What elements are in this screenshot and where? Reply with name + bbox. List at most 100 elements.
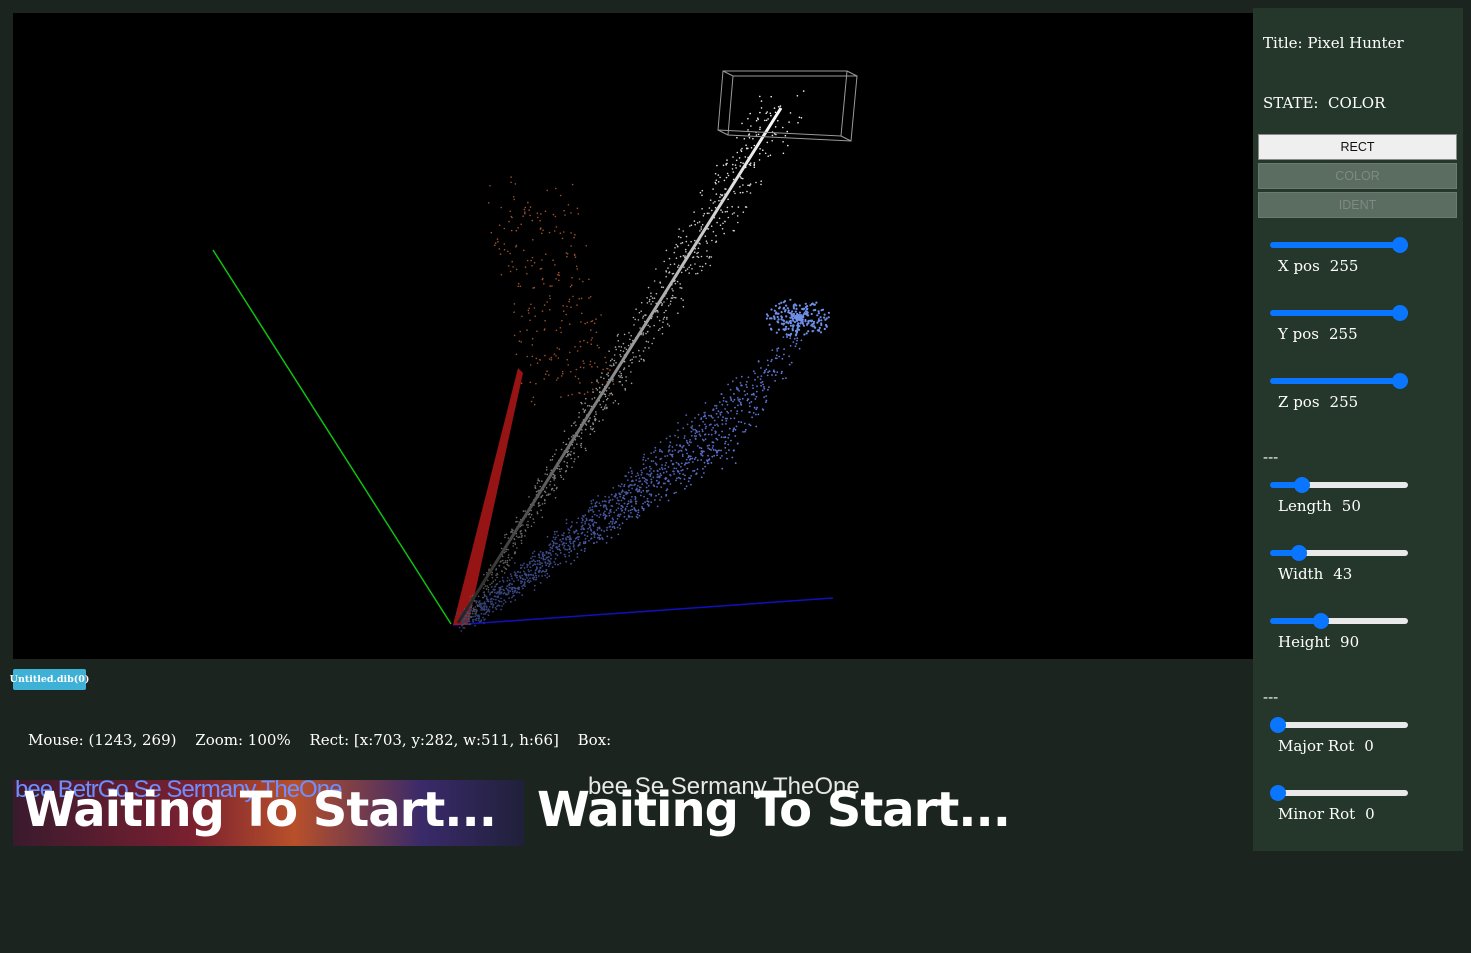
cloud-point [516,571,519,573]
cloud-point [640,358,643,360]
cloud-point [559,552,562,554]
minor-rot-slider[interactable] [1270,785,1408,801]
width-label: Width [1278,565,1324,583]
slider-thumb[interactable] [1294,477,1310,493]
cloud-point [742,191,744,194]
cloud-point [621,506,624,509]
cloud-point [722,416,724,418]
height-slider[interactable] [1270,613,1408,629]
cloud-point [513,303,516,305]
major-rot-value: 0 [1364,737,1374,755]
cloud-point [500,547,503,550]
cloud-point [577,456,580,458]
cloud-point [555,355,557,357]
cloud-point [687,244,690,247]
blue-point-cloud [456,298,831,632]
slider-thumb[interactable] [1270,717,1286,733]
slider-thumb[interactable] [1270,785,1286,801]
slider-thumb[interactable] [1392,305,1408,321]
cloud-point [676,245,679,247]
cloud-point [695,430,698,433]
cloud-point [710,462,713,464]
cloud-point [719,176,721,179]
cloud-point [492,580,495,583]
cloud-point [525,530,527,532]
cloud-point [690,434,693,437]
cloud-point [598,509,600,512]
cloud-point [680,236,682,239]
ident-button[interactable]: IDENT [1258,192,1457,218]
length-slider[interactable] [1270,477,1408,493]
filtered-waiting-text: Waiting To Start... [537,782,1011,838]
cloud-point [618,499,620,502]
cloud-point [650,501,653,504]
cloud-point [757,133,760,136]
cloud-point [771,134,774,137]
cloud-point [584,538,587,540]
rect-button[interactable]: RECT [1258,134,1457,160]
cloud-point [718,434,720,436]
cloud-point [624,387,626,390]
cloud-point [588,526,591,529]
cloud-point [492,588,495,591]
slider-thumb[interactable] [1291,545,1307,561]
cloud-point [533,521,535,524]
color-space-viewport[interactable] [13,13,1258,659]
cloud-point [657,311,659,313]
cloud-point [762,149,764,151]
cloud-point [601,372,603,374]
cloud-point [562,231,565,233]
cloud-point [562,310,565,313]
cloud-point [462,621,464,624]
cloud-point [787,327,790,330]
z-pos-slider[interactable] [1270,373,1408,389]
cloud-point [487,202,490,204]
cloud-point [747,117,749,120]
cloud-point [714,172,717,175]
cloud-point [515,268,518,271]
cloud-point [507,250,509,253]
cloud-point [540,509,542,512]
cloud-point [751,384,754,387]
cloud-point [770,95,772,98]
cloud-point [530,400,533,403]
x-pos-slider[interactable] [1270,237,1408,253]
document-tab-badge[interactable]: Untitled.dib(0) [10,669,89,690]
color-button[interactable]: COLOR [1258,163,1457,189]
cloud-point [659,282,662,284]
cloud-point [792,319,795,322]
cloud-point [631,361,633,364]
cloud-point [660,496,663,498]
width-slider[interactable] [1270,545,1408,561]
cloud-point [694,456,697,459]
cloud-point [481,607,484,610]
cloud-point [788,320,791,323]
cloud-point [609,520,612,523]
cloud-point [686,452,688,455]
cloud-point [544,570,546,573]
slider-thumb[interactable] [1392,237,1408,253]
cloud-point [673,492,676,495]
cloud-point [647,489,650,492]
cloud-point [663,260,665,263]
cloud-point [561,319,563,322]
cloud-point [513,334,516,337]
cloud-point [726,210,728,213]
cloud-point [595,411,597,413]
y-pos-slider[interactable] [1270,305,1408,321]
slider-thumb[interactable] [1392,373,1408,389]
cloud-point [670,300,672,303]
cloud-point [496,238,499,240]
cloud-point [782,126,784,129]
cloud-point [529,562,531,565]
cloud-point [702,439,705,442]
cloud-point [527,569,530,571]
cloud-point [552,536,555,539]
major-rot-slider[interactable] [1270,717,1408,733]
cloud-point [503,248,506,251]
slider-thumb[interactable] [1313,613,1329,629]
cloud-point [589,363,591,366]
cloud-point [468,620,471,623]
cloud-point [560,540,563,543]
cloud-point [511,577,513,580]
